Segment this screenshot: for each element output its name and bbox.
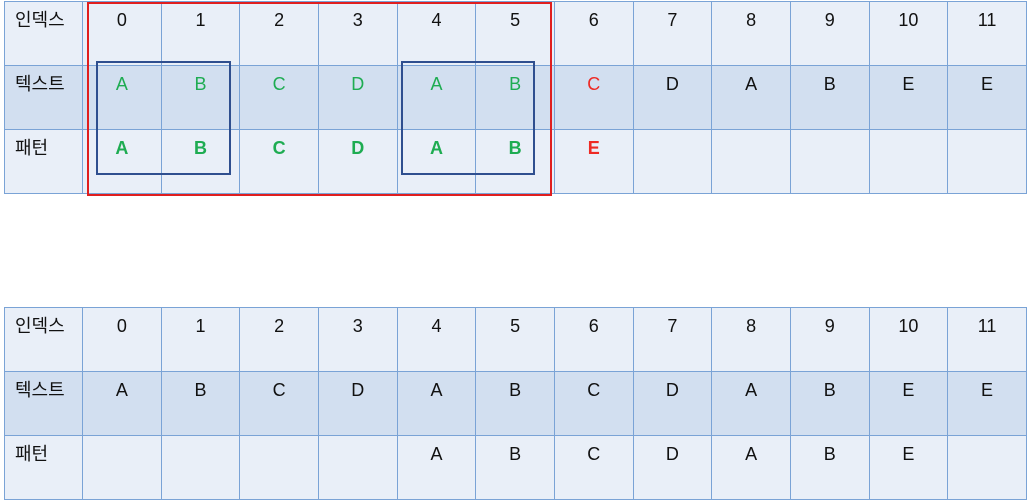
index-cell: 3	[317, 307, 398, 372]
index-cell: 7	[632, 1, 713, 66]
text-cell: C	[553, 65, 634, 130]
pattern-cell	[632, 129, 713, 194]
index-row: 인덱스 0 1 2 3 4 5 6 7 8 9 10 11	[4, 307, 1027, 372]
index-cell: 6	[553, 1, 634, 66]
text-label: 텍스트	[4, 65, 83, 130]
text-cell: E	[947, 65, 1027, 130]
text-cell: D	[632, 65, 713, 130]
text-cell: B	[789, 65, 870, 130]
text-cell: D	[317, 371, 398, 436]
index-cell: 7	[632, 307, 713, 372]
pattern-cell	[82, 435, 162, 500]
pattern-label: 패턴	[4, 435, 83, 500]
pattern-cell: E	[868, 435, 949, 500]
index-cell: 10	[868, 1, 949, 66]
text-cell: A	[396, 371, 477, 436]
text-row: 텍스트 A B C D A B C D A B E E	[4, 371, 1027, 436]
pattern-label: 패턴	[4, 129, 83, 194]
index-cell: 8	[711, 307, 791, 372]
index-cell: 0	[82, 307, 162, 372]
text-cell: E	[947, 371, 1027, 436]
pattern-cell: A	[711, 435, 791, 500]
text-cell: B	[160, 371, 241, 436]
index-cell: 9	[789, 1, 870, 66]
text-cell: D	[632, 371, 713, 436]
prefix-border-box	[96, 61, 231, 175]
pattern-cell: A	[396, 435, 477, 500]
index-label: 인덱스	[4, 307, 83, 372]
index-cell: 10	[868, 307, 949, 372]
pattern-cell	[239, 435, 319, 500]
pattern-cell	[947, 435, 1027, 500]
text-cell: A	[711, 371, 791, 436]
text-cell: E	[868, 65, 949, 130]
pattern-cell	[947, 129, 1027, 194]
index-cell: 6	[553, 307, 634, 372]
pattern-cell	[317, 435, 398, 500]
pattern-cell	[868, 129, 949, 194]
text-label: 텍스트	[4, 371, 83, 436]
pattern-cell: C	[553, 435, 634, 500]
index-cell: 11	[947, 1, 1027, 66]
bottom-table: 인덱스 0 1 2 3 4 5 6 7 8 9 10 11 텍스트 A B C …	[4, 307, 1027, 500]
pattern-cell	[160, 435, 241, 500]
text-cell: A	[82, 371, 162, 436]
pattern-cell: D	[632, 435, 713, 500]
index-label: 인덱스	[4, 1, 83, 66]
pattern-cell	[789, 129, 870, 194]
index-cell: 11	[947, 307, 1027, 372]
index-cell: 8	[711, 1, 791, 66]
index-cell: 1	[160, 307, 241, 372]
index-cell: 2	[239, 307, 319, 372]
pattern-row: 패턴 A B C D A B E	[4, 435, 1027, 500]
pattern-cell: B	[789, 435, 870, 500]
text-cell: A	[711, 65, 791, 130]
text-cell: C	[553, 371, 634, 436]
pattern-cell	[711, 129, 791, 194]
suffix-border-box	[401, 61, 535, 175]
pattern-cell: B	[475, 435, 555, 500]
text-cell: C	[239, 371, 319, 436]
text-cell: B	[475, 371, 555, 436]
index-cell: 5	[475, 307, 555, 372]
pattern-cell: E	[553, 129, 634, 194]
index-cell: 4	[396, 307, 477, 372]
index-cell: 9	[789, 307, 870, 372]
text-cell: B	[789, 371, 870, 436]
text-cell: E	[868, 371, 949, 436]
